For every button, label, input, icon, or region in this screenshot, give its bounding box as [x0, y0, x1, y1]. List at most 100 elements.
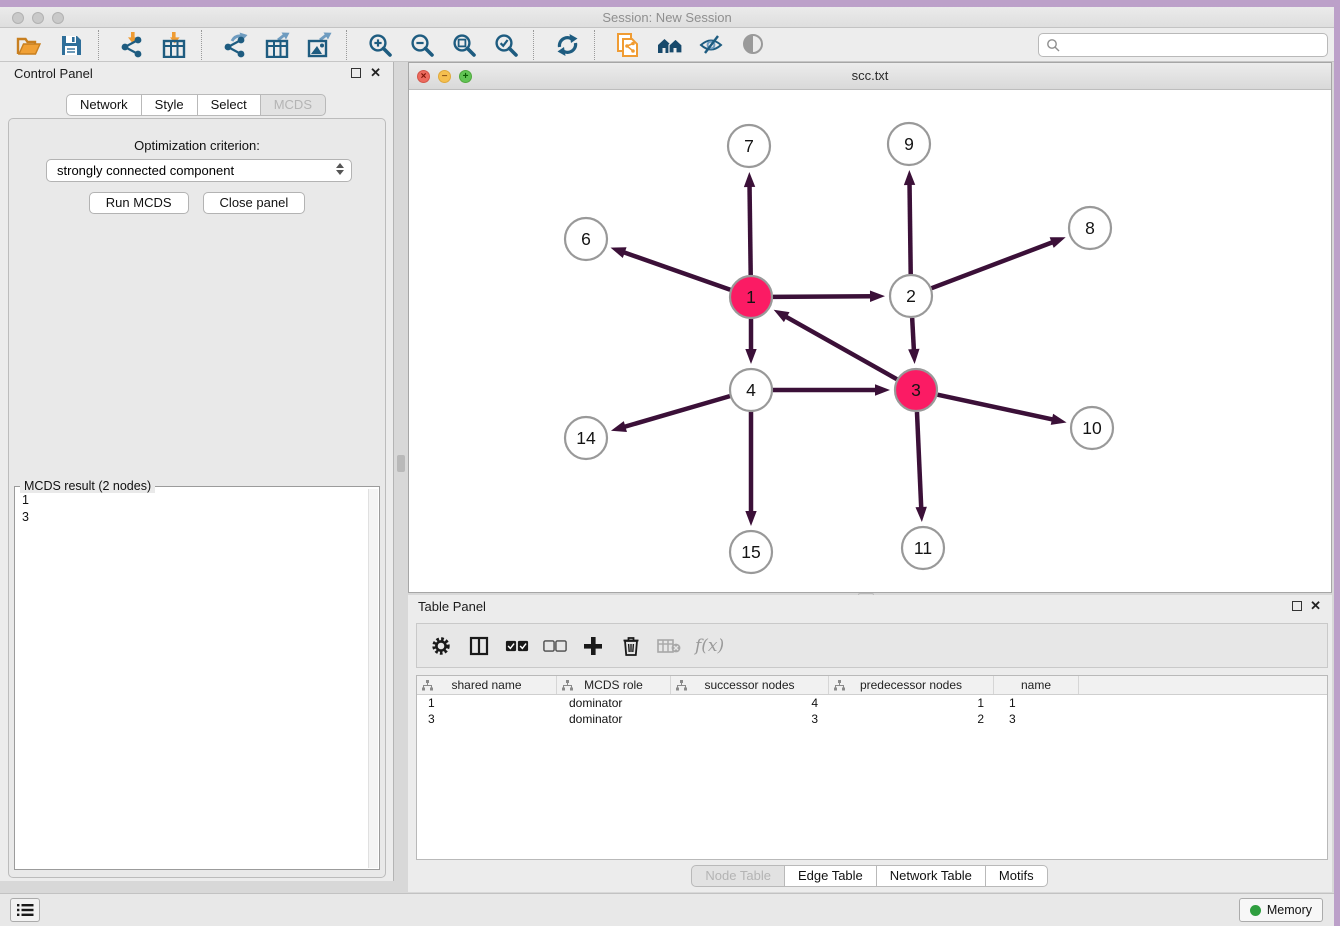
refresh-icon[interactable]	[546, 30, 588, 60]
node-label-10: 10	[1082, 418, 1102, 438]
delete-column-trash-icon[interactable]	[619, 634, 643, 658]
vertical-splitter-handle[interactable]	[397, 455, 405, 472]
app-window: Session: New Session Control Panel ✕ Net…	[0, 7, 1334, 926]
edge-1-6[interactable]	[622, 252, 730, 290]
edge-3-1[interactable]	[784, 316, 897, 380]
criterion-select[interactable]: strongly connected component	[46, 159, 352, 182]
table-cell: 1	[417, 695, 558, 711]
zoom-out-icon[interactable]	[401, 30, 443, 60]
eye-icon[interactable]	[733, 30, 775, 60]
control-panel: Control Panel ✕ NetworkStyleSelectMCDS O…	[0, 62, 394, 881]
zoom-fit-icon[interactable]	[443, 30, 485, 60]
zoom-selected-icon[interactable]	[485, 30, 527, 60]
column-header-shared-name[interactable]: shared name	[417, 676, 557, 694]
columns-icon[interactable]	[467, 634, 491, 658]
memory-button[interactable]: Memory	[1239, 898, 1323, 922]
network-canvas[interactable]: 7968124314101511	[409, 90, 1331, 592]
edge-arrowhead	[908, 349, 919, 364]
run-mcds-button[interactable]: Run MCDS	[89, 192, 189, 214]
edge-arrowhead	[1050, 237, 1066, 248]
optimization-criterion-label: Optimization criterion:	[9, 138, 385, 153]
table-cell: 2	[832, 711, 998, 727]
table-cell: 1	[998, 695, 1084, 711]
table-tabs: Node TableEdge TableNetwork TableMotifs	[408, 865, 1332, 887]
toolbar-separator	[594, 30, 607, 60]
edge-3-10[interactable]	[938, 395, 1055, 420]
table-cell: dominator	[558, 711, 673, 727]
app-title: Session: New Session	[0, 10, 1334, 25]
column-header-predecessor-nodes[interactable]: predecessor nodes	[829, 676, 994, 694]
node-label-2: 2	[906, 286, 916, 306]
column-header-label: MCDS role	[584, 678, 643, 692]
table-row[interactable]: 3dominator323	[417, 711, 1327, 727]
eye-slash-icon[interactable]	[691, 30, 733, 60]
node-label-7: 7	[744, 136, 754, 156]
edge-2-8[interactable]	[932, 241, 1055, 288]
save-session-icon[interactable]	[50, 30, 92, 60]
table-cell: 3	[998, 711, 1084, 727]
edge-arrowhead	[1051, 414, 1067, 425]
column-header-MCDS-role[interactable]: MCDS role	[557, 676, 671, 694]
edge-2-9[interactable]	[910, 182, 911, 274]
mcds-result-scrollbar[interactable]	[368, 489, 378, 868]
table-cell: 4	[673, 695, 832, 711]
import-table-icon[interactable]	[153, 30, 195, 60]
tab-network-table[interactable]: Network Table	[876, 865, 986, 887]
close-panel-button[interactable]: Close panel	[203, 192, 306, 214]
edge-arrowhead	[904, 170, 915, 185]
task-history-button[interactable]	[10, 898, 40, 922]
houses-icon[interactable]	[649, 30, 691, 60]
column-header-name[interactable]: name	[994, 676, 1079, 694]
network-window-titlebar: × − + scc.txt	[409, 63, 1331, 90]
column-header-successor-nodes[interactable]: successor nodes	[671, 676, 829, 694]
select-all-icon[interactable]	[505, 634, 529, 658]
tab-node-table[interactable]: Node Table	[691, 865, 785, 887]
tab-edge-table[interactable]: Edge Table	[784, 865, 877, 887]
mcds-result-line: 3	[22, 509, 367, 526]
table-row[interactable]: 1dominator411	[417, 695, 1327, 711]
tab-select[interactable]: Select	[197, 94, 261, 116]
criterion-select-value: strongly connected component	[57, 163, 234, 178]
duplicate-network-icon[interactable]	[607, 30, 649, 60]
column-header-label: successor nodes	[704, 678, 794, 692]
table-panel: Table Panel ✕	[408, 595, 1332, 892]
table-cell: dominator	[558, 695, 673, 711]
edge-2-3[interactable]	[912, 318, 914, 352]
mcds-result-text[interactable]: 13	[15, 489, 367, 869]
edge-4-14[interactable]	[622, 396, 729, 427]
add-column-icon[interactable]	[581, 634, 605, 658]
column-header-label: predecessor nodes	[860, 678, 962, 692]
edge-3-11[interactable]	[917, 412, 921, 510]
table-panel-float-button[interactable]	[1292, 601, 1302, 611]
node-label-9: 9	[904, 134, 914, 154]
tab-motifs[interactable]: Motifs	[985, 865, 1048, 887]
search-input[interactable]	[1038, 33, 1328, 57]
export-network-icon[interactable]	[214, 30, 256, 60]
deselect-all-icon[interactable]	[543, 634, 567, 658]
control-panel-close-button[interactable]: ✕	[370, 65, 381, 81]
table-header-row: shared name MCDS role successor nodes prede…	[417, 676, 1327, 695]
tab-style[interactable]: Style	[141, 94, 198, 116]
node-label-15: 15	[741, 542, 760, 562]
tab-mcds[interactable]: MCDS	[260, 94, 326, 116]
control-panel-float-button[interactable]	[351, 68, 361, 78]
search-icon	[1046, 38, 1061, 53]
open-session-icon[interactable]	[8, 30, 50, 60]
edge-arrowhead	[744, 172, 755, 187]
table-panel-close-button[interactable]: ✕	[1310, 598, 1321, 614]
table-cell: 3	[673, 711, 832, 727]
edge-arrowhead	[611, 247, 627, 258]
edge-arrowhead	[915, 507, 926, 522]
zoom-in-icon[interactable]	[359, 30, 401, 60]
table-panel-title: Table Panel	[418, 599, 486, 614]
toolbar-separator	[98, 30, 111, 60]
tab-network[interactable]: Network	[66, 94, 142, 116]
import-network-icon[interactable]	[111, 30, 153, 60]
edge-1-7[interactable]	[750, 184, 751, 275]
edge-arrowhead	[870, 291, 885, 302]
column-header-label: shared name	[451, 678, 521, 692]
edge-1-2[interactable]	[773, 296, 873, 297]
export-table-icon[interactable]	[256, 30, 298, 60]
export-image-icon[interactable]	[298, 30, 340, 60]
gear-icon[interactable]	[429, 634, 453, 658]
